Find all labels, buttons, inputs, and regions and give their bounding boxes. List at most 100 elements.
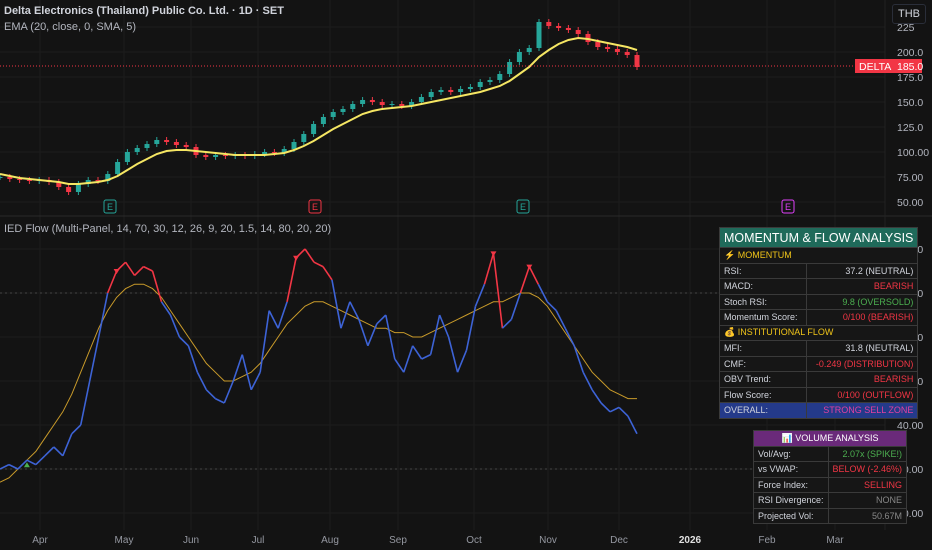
flow-segment (573, 345, 584, 373)
flow-segment (322, 266, 333, 281)
overall-label: OVERALL: (719, 402, 807, 419)
x-tick-label: May (115, 535, 134, 546)
earnings-label: E (520, 202, 526, 212)
table-row: RSI: 37.2 (NEUTRAL) (719, 262, 919, 279)
flow-segment (0, 463, 10, 470)
candle (556, 26, 562, 28)
momentum-flow-table: MOMENTUM & FLOW ANALYSIS ⚡ MOMENTUM RSI:… (718, 227, 919, 419)
row-value: NONE (827, 492, 908, 509)
price-tick-label: 75.00 (897, 172, 923, 184)
flow-segment (429, 314, 441, 355)
candle (183, 145, 189, 147)
candle (526, 48, 532, 52)
table-row: Force Index: SELLING (753, 476, 908, 493)
candle (448, 90, 454, 92)
candle (203, 155, 209, 157)
candle (546, 22, 552, 26)
price-tick-label: 100.00 (897, 147, 929, 159)
flow-segment (438, 314, 450, 338)
candle (311, 124, 317, 134)
row-label: Projected Vol: (753, 507, 829, 524)
row-label: Vol/Avg: (753, 445, 829, 462)
candle (320, 117, 326, 124)
flow-segment (402, 345, 414, 373)
candle (291, 142, 297, 149)
candle (458, 89, 464, 92)
candle (164, 140, 170, 142)
row-value: 0/100 (OUTFLOW) (805, 386, 919, 403)
flow-segment (71, 424, 82, 435)
x-tick-label: Feb (758, 535, 776, 546)
flow-segment (286, 257, 297, 302)
table-row: MFI: 31.8 (NEUTRAL) (719, 340, 919, 357)
row-value: SELLING (827, 476, 908, 493)
flow-segment (528, 266, 540, 285)
candle (144, 144, 150, 148)
price-tick-label: 50.00 (897, 197, 923, 209)
candle (262, 152, 268, 154)
x-tick-label: Dec (610, 535, 628, 546)
candle (575, 30, 581, 34)
flow-segment (124, 261, 136, 276)
candle (66, 187, 72, 192)
flow-segment (447, 336, 459, 373)
row-label: CMF: (719, 355, 807, 372)
candle (173, 142, 179, 145)
candle (124, 152, 130, 162)
flow-segment (169, 314, 181, 338)
flow-segment (241, 354, 252, 390)
row-value: BELOW (-2.46%) (827, 461, 908, 478)
flow-segment (474, 283, 486, 307)
table-row: MACD: BEARISH (719, 278, 919, 295)
flow-segment (483, 253, 495, 285)
ema-legend[interactable]: EMA (20, close, 0, SMA, 5) (4, 21, 136, 33)
row-value: BEARISH (805, 371, 919, 388)
flow-segment (501, 318, 512, 329)
last-price-symbol: DELTA (859, 61, 891, 73)
row-label: RSI: (719, 262, 807, 279)
indicator-legend[interactable]: IED Flow (Multi-Panel, 14, 70, 30, 12, 2… (4, 223, 331, 235)
flow-segment (134, 266, 145, 276)
flow-segment (8, 463, 19, 470)
candle (154, 140, 160, 144)
candle (507, 62, 513, 74)
candle (595, 42, 601, 47)
table-row: vs VWAP: BELOW (-2.46%) (753, 461, 908, 478)
flow-segment (259, 310, 270, 373)
x-tick-label: Mar (826, 535, 844, 546)
flow-section-header: 💰 INSTITUTIONAL FLOW (718, 324, 919, 341)
candle (340, 109, 346, 112)
flow-segment (546, 301, 557, 312)
earnings-label: E (785, 202, 791, 212)
flow-segment (97, 292, 109, 338)
volume-table-title: 📊 VOLUME ANALYSIS (752, 430, 908, 447)
candle (379, 102, 385, 105)
table-row: Momentum Score: 0/100 (BEARISH) (719, 309, 919, 326)
momentum-table-title: MOMENTUM & FLOW ANALYSIS (718, 227, 919, 248)
flow-segment (618, 406, 629, 417)
candle (634, 55, 640, 67)
x-tick-label: Aug (321, 535, 339, 546)
flow-segment (79, 380, 91, 426)
x-tick-label: Apr (32, 535, 48, 546)
flow-segment (340, 301, 351, 329)
candle (115, 162, 121, 174)
flow-segment (609, 406, 620, 413)
candle (350, 104, 356, 109)
price-tick-label: 150.0 (897, 97, 923, 109)
row-value: 0/100 (BEARISH) (805, 309, 919, 326)
candle (438, 90, 444, 92)
flow-segment (519, 266, 531, 294)
flow-segment (331, 279, 342, 329)
flow-segment (223, 380, 235, 404)
currency-button[interactable]: THB (892, 4, 926, 24)
x-tick-label: Oct (466, 535, 482, 546)
flow-segment (277, 301, 288, 329)
flow-segment (26, 459, 37, 466)
row-label: Momentum Score: (719, 309, 807, 326)
flow-segment (44, 446, 55, 457)
candle (213, 155, 219, 157)
table-row: OBV Trend: BEARISH (719, 371, 919, 388)
flow-segment (62, 433, 73, 457)
flow-segment (295, 248, 306, 259)
